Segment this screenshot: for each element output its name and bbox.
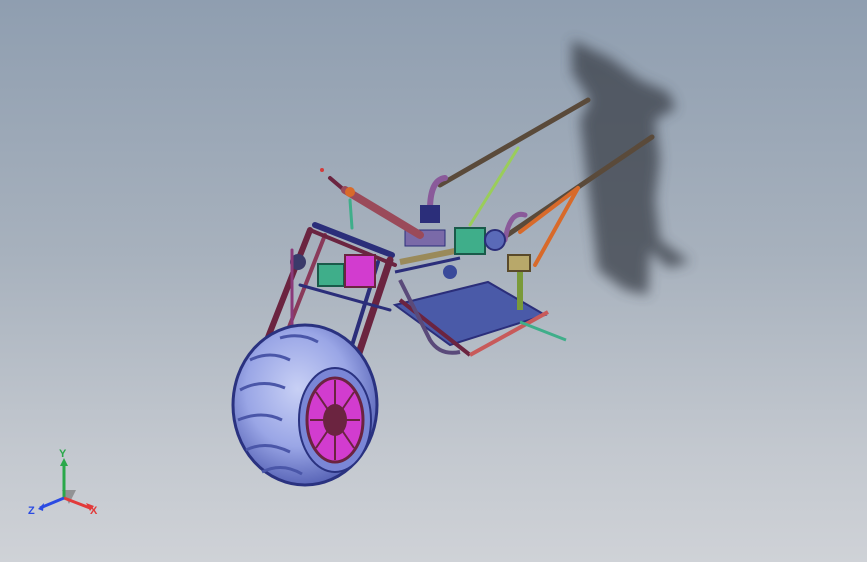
triad-y-label: Y: [59, 448, 67, 460]
triad-z-label: Z: [28, 505, 35, 517]
model-shadow: [572, 40, 690, 295]
reference-triad-icon: [38, 458, 94, 511]
triad-x-label: X: [90, 505, 98, 517]
handlebar: [320, 168, 424, 239]
front-wheel: [231, 323, 379, 487]
graphics-viewport[interactable]: Y X Z: [0, 0, 867, 562]
model-view[interactable]: [0, 0, 867, 562]
reference-triad: Y X Z: [24, 448, 114, 528]
drivetrain: [404, 205, 531, 279]
lower-frame: [392, 245, 567, 357]
